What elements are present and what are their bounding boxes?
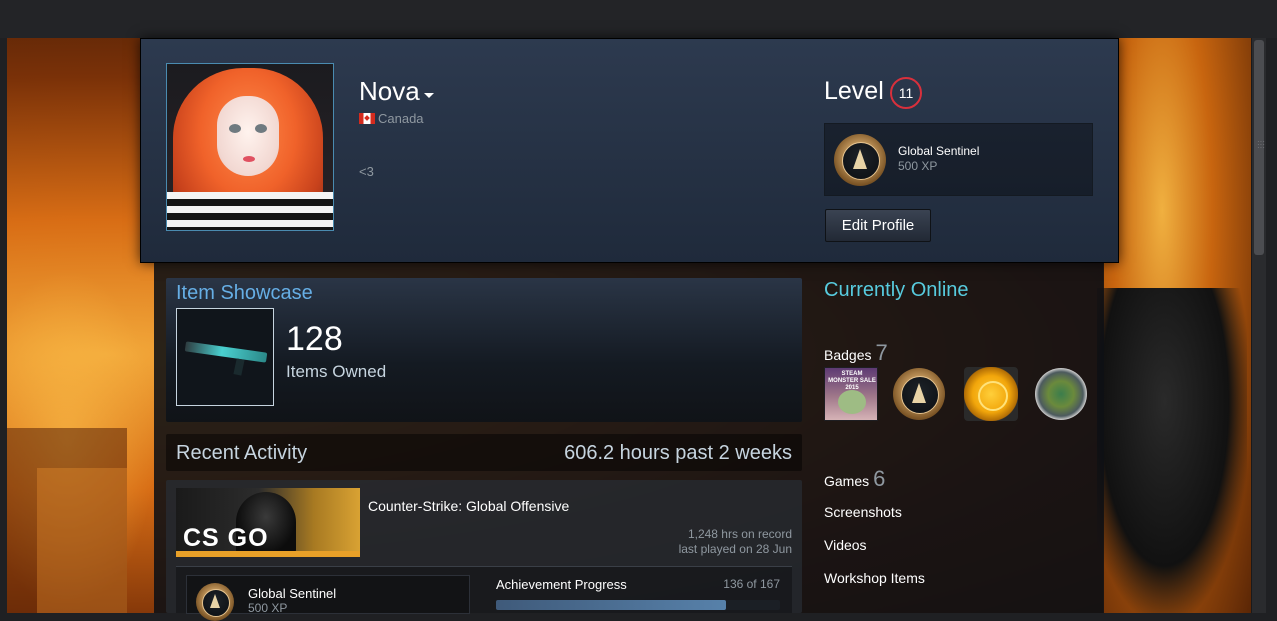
favorite-badge[interactable]: Global Sentinel 500 XP xyxy=(824,123,1093,196)
favorite-badge-name: Global Sentinel xyxy=(898,144,980,158)
recent-activity-header: Recent Activity 606.2 hours past 2 weeks xyxy=(166,434,802,471)
scrollbar-thumb[interactable]: ··· ··· ··· xyxy=(1254,40,1265,255)
recent-activity-title: Recent Activity xyxy=(176,442,308,464)
game-detail-strip: Global Sentinel 500 XP Achievement Progr… xyxy=(176,566,792,621)
background-soldier xyxy=(1097,288,1247,613)
avatar-eye xyxy=(229,124,241,133)
game-last-played: last played on 28 Jun xyxy=(678,542,792,556)
level-label: Level xyxy=(824,77,884,105)
global-sentinel-badge-icon[interactable] xyxy=(893,368,945,420)
game-hours-on-record: 1,248 hrs on record xyxy=(687,527,792,541)
sidebar-games-link[interactable]: Games 6 xyxy=(824,466,885,492)
profile-location: Canada xyxy=(378,111,424,126)
item-showcase: Item Showcase 128 Items Owned xyxy=(166,278,802,422)
background-shape xyxy=(37,468,127,613)
rifle-grip xyxy=(233,358,245,376)
avatar-shirt xyxy=(167,192,333,230)
avatar[interactable] xyxy=(166,63,334,231)
edit-profile-button[interactable]: Edit Profile xyxy=(825,209,931,242)
items-owned-count: 128 xyxy=(286,320,343,358)
profile-header: Nova Canada <3 Level 11 Global Sentinel … xyxy=(140,38,1119,263)
game-capsule-image[interactable]: CS GO xyxy=(176,488,360,557)
avatar-face xyxy=(217,96,279,176)
rifle-icon xyxy=(184,341,268,363)
online-status: Currently Online xyxy=(824,279,969,301)
game-name-link[interactable]: Counter-Strike: Global Offensive xyxy=(368,498,569,514)
games-label: Games xyxy=(824,473,870,489)
gold-coin-badge-icon[interactable] xyxy=(964,367,1018,421)
achievement-progress-fill xyxy=(496,600,727,610)
items-owned-label: Items Owned xyxy=(286,362,387,381)
recent-activity-hours: 606.2 hours past 2 weeks xyxy=(564,442,792,464)
achievement-count: 136 of 167 xyxy=(723,577,780,591)
steam-monster-sale-badge-icon[interactable]: STEAM MONSTER SALE 2015 xyxy=(824,367,878,421)
persona-name[interactable]: Nova xyxy=(359,76,420,107)
top-bar xyxy=(0,0,1277,38)
games-count: 6 xyxy=(873,466,886,491)
grip-icon: ··· ··· ··· xyxy=(1257,137,1265,152)
avatar-lips xyxy=(243,156,255,162)
showcase-item-slot[interactable] xyxy=(176,308,274,406)
favorite-badge-xp: 500 XP xyxy=(898,159,938,173)
steam-badge-text: STEAM MONSTER SALE 2015 xyxy=(828,371,876,391)
canada-flag-icon xyxy=(359,113,375,124)
achievement-progress-label[interactable]: Achievement Progress xyxy=(496,577,627,592)
profile-summary: <3 xyxy=(359,164,374,179)
sidebar-workshop-items-link[interactable]: Workshop Items xyxy=(824,570,925,586)
sidebar-badges-link[interactable]: Badges 7 xyxy=(824,340,888,366)
global-sentinel-badge-icon xyxy=(196,583,234,621)
chevron-down-icon[interactable] xyxy=(424,93,434,98)
monster-face xyxy=(838,390,866,414)
csgo-logo: CS GO xyxy=(183,524,269,552)
badge-list: STEAM MONSTER SALE 2015 xyxy=(824,367,1094,422)
recent-game-card: CS GO Counter-Strike: Global Offensive 1… xyxy=(166,480,802,621)
achievement-progress-bar xyxy=(496,600,780,610)
sidebar-videos-link[interactable]: Videos xyxy=(824,537,867,553)
capsule-strip xyxy=(176,551,360,557)
sidebar-screenshots-link[interactable]: Screenshots xyxy=(824,504,902,520)
item-showcase-title: Item Showcase xyxy=(176,282,313,304)
badges-label: Badges xyxy=(824,347,872,363)
global-sentinel-badge-icon xyxy=(834,134,886,186)
world-badge-icon[interactable] xyxy=(1035,368,1087,420)
avatar-eye xyxy=(255,124,267,133)
game-badge[interactable]: Global Sentinel 500 XP xyxy=(186,575,470,621)
vertical-scrollbar[interactable]: ··· ··· ··· xyxy=(1251,38,1266,613)
badges-count: 7 xyxy=(875,340,888,365)
game-badge-name: Global Sentinel xyxy=(248,586,337,601)
level-badge[interactable]: 11 xyxy=(890,77,922,109)
